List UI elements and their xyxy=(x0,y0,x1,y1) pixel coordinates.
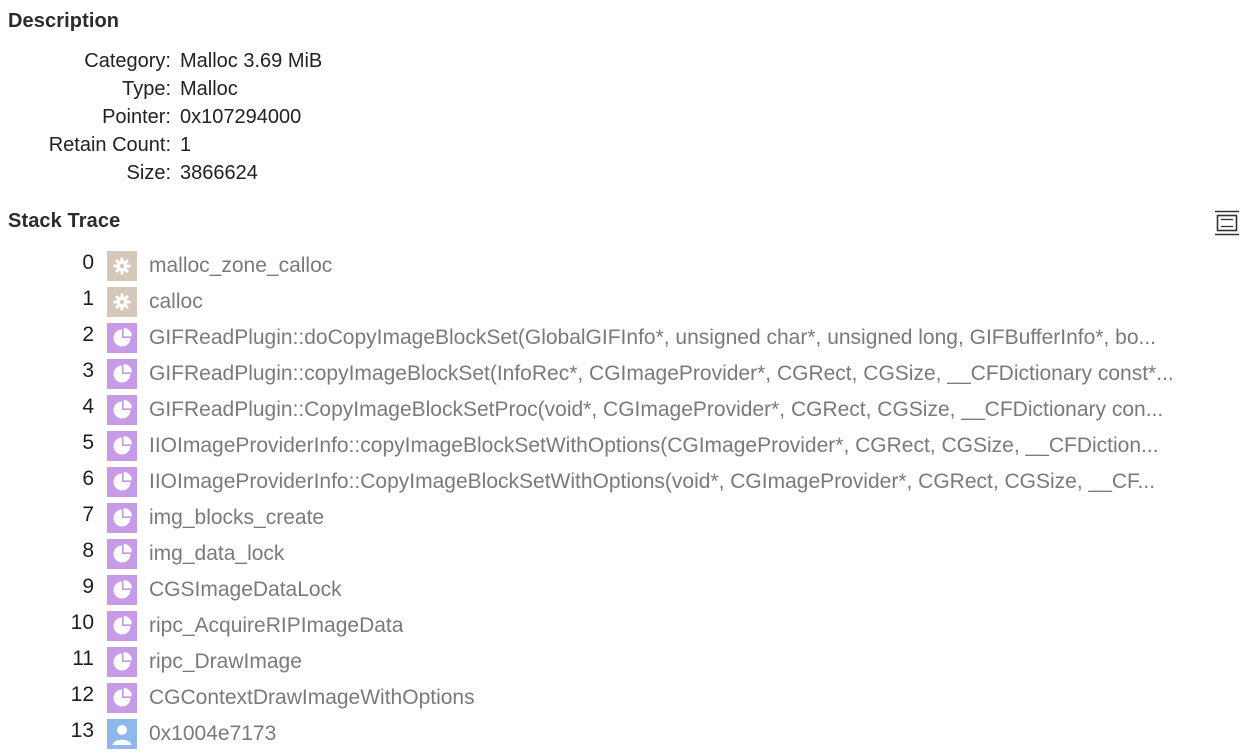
stack-frame-row[interactable]: 8 img_data_lock xyxy=(0,535,1246,571)
stack-frame-symbol: CGSImageDataLock xyxy=(149,578,342,601)
stack-frame-index: 8 xyxy=(82,539,94,562)
pie-chart-icon xyxy=(107,359,137,389)
stack-frame-row[interactable]: 1 calloc xyxy=(0,283,1246,319)
stack-frame-symbol: 0x1004e7173 xyxy=(149,722,277,745)
description-field-value: 0x107294000 xyxy=(180,106,302,128)
pie-chart-icon xyxy=(107,431,137,461)
description-field-row: Pointer: 0x107294000 xyxy=(0,103,301,131)
stack-frame-index: 4 xyxy=(82,395,94,418)
description-field-row: Category: Malloc 3.69 MiB xyxy=(0,47,322,75)
description-field-label: Size: xyxy=(126,162,171,184)
stack-frame-row[interactable]: 10 ripc_AcquireRIPImageData xyxy=(0,607,1246,643)
description-field-row: Size: 3866624 xyxy=(0,159,258,187)
stack-frame-symbol: GIFReadPlugin::CopyImageBlockSetProc(voi… xyxy=(149,398,1164,421)
pie-chart-icon xyxy=(107,323,137,353)
stack-frame-index: 9 xyxy=(82,575,94,598)
description-field-value: Malloc 3.69 MiB xyxy=(180,50,323,72)
description-field-label: Category: xyxy=(84,50,171,72)
user-icon xyxy=(107,719,137,749)
stack-frame-index: 5 xyxy=(82,431,94,454)
gear-icon xyxy=(107,251,137,281)
stack-frame-row[interactable]: 0 malloc_zone_calloc xyxy=(0,247,1246,283)
description-field-label: Pointer: xyxy=(102,106,171,128)
stack-frame-row[interactable]: 5 IIOImageProviderInfo::copyImageBlockSet… xyxy=(0,427,1246,463)
description-field-row: Type: Malloc xyxy=(0,75,238,103)
stack-frame-row[interactable]: 2 GIFReadPlugin::doCopyImageBlockSet(Glob… xyxy=(0,319,1246,355)
stack-frame-symbol: IIOImageProviderInfo::CopyImageBlockSetW… xyxy=(149,470,1156,493)
stack-frame-index: 2 xyxy=(82,323,94,346)
description-field-row: Retain Count: 1 xyxy=(0,131,191,159)
stack-frame-index: 12 xyxy=(70,683,94,706)
description-field-value: Malloc xyxy=(180,78,238,100)
pie-chart-icon xyxy=(107,395,137,425)
stack-frame-index: 10 xyxy=(70,611,94,634)
stack-frame-symbol: IIOImageProviderInfo::copyImageBlockSetW… xyxy=(149,434,1159,457)
stack-frame-index: 0 xyxy=(82,251,94,274)
stack-frame-index: 13 xyxy=(70,719,94,742)
pie-chart-icon xyxy=(107,683,137,713)
description-field-value: 3866624 xyxy=(180,162,258,184)
stack-frame-row[interactable]: 12 CGContextDrawImageWithOptions xyxy=(0,679,1246,715)
stack-frame-index: 1 xyxy=(82,287,94,310)
stack-frame-symbol: img_blocks_create xyxy=(149,506,325,529)
expand-collapse-icon[interactable] xyxy=(1213,209,1241,237)
stack-frame-row[interactable]: 6 IIOImageProviderInfo::CopyImageBlockSet… xyxy=(0,463,1246,499)
stack-frame-row[interactable]: 13 0x1004e7173 xyxy=(0,715,1246,751)
stack-frame-symbol: malloc_zone_calloc xyxy=(149,254,333,277)
stack-frame-symbol: GIFReadPlugin::copyImageBlockSet(InfoRec… xyxy=(149,362,1174,385)
description-title: Description xyxy=(8,10,120,32)
stack-trace-title: Stack Trace xyxy=(8,210,121,232)
stack-frame-symbol: ripc_DrawImage xyxy=(149,650,302,673)
stack-frame-index: 11 xyxy=(72,647,94,670)
stack-frame-index: 7 xyxy=(82,503,94,526)
pie-chart-icon xyxy=(107,575,137,605)
stack-frame-symbol: CGContextDrawImageWithOptions xyxy=(149,686,475,709)
pie-chart-icon xyxy=(107,611,137,641)
description-field-value: 1 xyxy=(180,134,192,156)
description-field-label: Retain Count: xyxy=(48,134,171,156)
stack-frame-row[interactable]: 7 img_blocks_create xyxy=(0,499,1246,535)
stack-frame-index: 6 xyxy=(82,467,94,490)
pie-chart-icon xyxy=(107,467,137,497)
description-field-label: Type: xyxy=(122,78,171,100)
stack-frame-row[interactable]: 3 GIFReadPlugin::copyImageBlockSet(InfoRe… xyxy=(0,355,1246,391)
stack-frame-index: 3 xyxy=(82,359,94,382)
stack-frame-symbol: calloc xyxy=(149,290,203,313)
stack-frame-row[interactable]: 9 CGSImageDataLock xyxy=(0,571,1246,607)
pie-chart-icon xyxy=(107,503,137,533)
gear-icon xyxy=(107,287,137,317)
stack-frame-symbol: ripc_AcquireRIPImageData xyxy=(149,614,404,637)
pie-chart-icon xyxy=(107,647,137,677)
stack-frame-symbol: GIFReadPlugin::doCopyImageBlockSet(Globa… xyxy=(149,326,1157,349)
stack-frame-row[interactable]: 4 GIFReadPlugin::CopyImageBlockSetProc(vo… xyxy=(0,391,1246,427)
pie-chart-icon xyxy=(107,539,137,569)
stack-frame-symbol: img_data_lock xyxy=(149,542,285,565)
stack-frame-row[interactable]: 11 ripc_DrawImage xyxy=(0,643,1246,679)
